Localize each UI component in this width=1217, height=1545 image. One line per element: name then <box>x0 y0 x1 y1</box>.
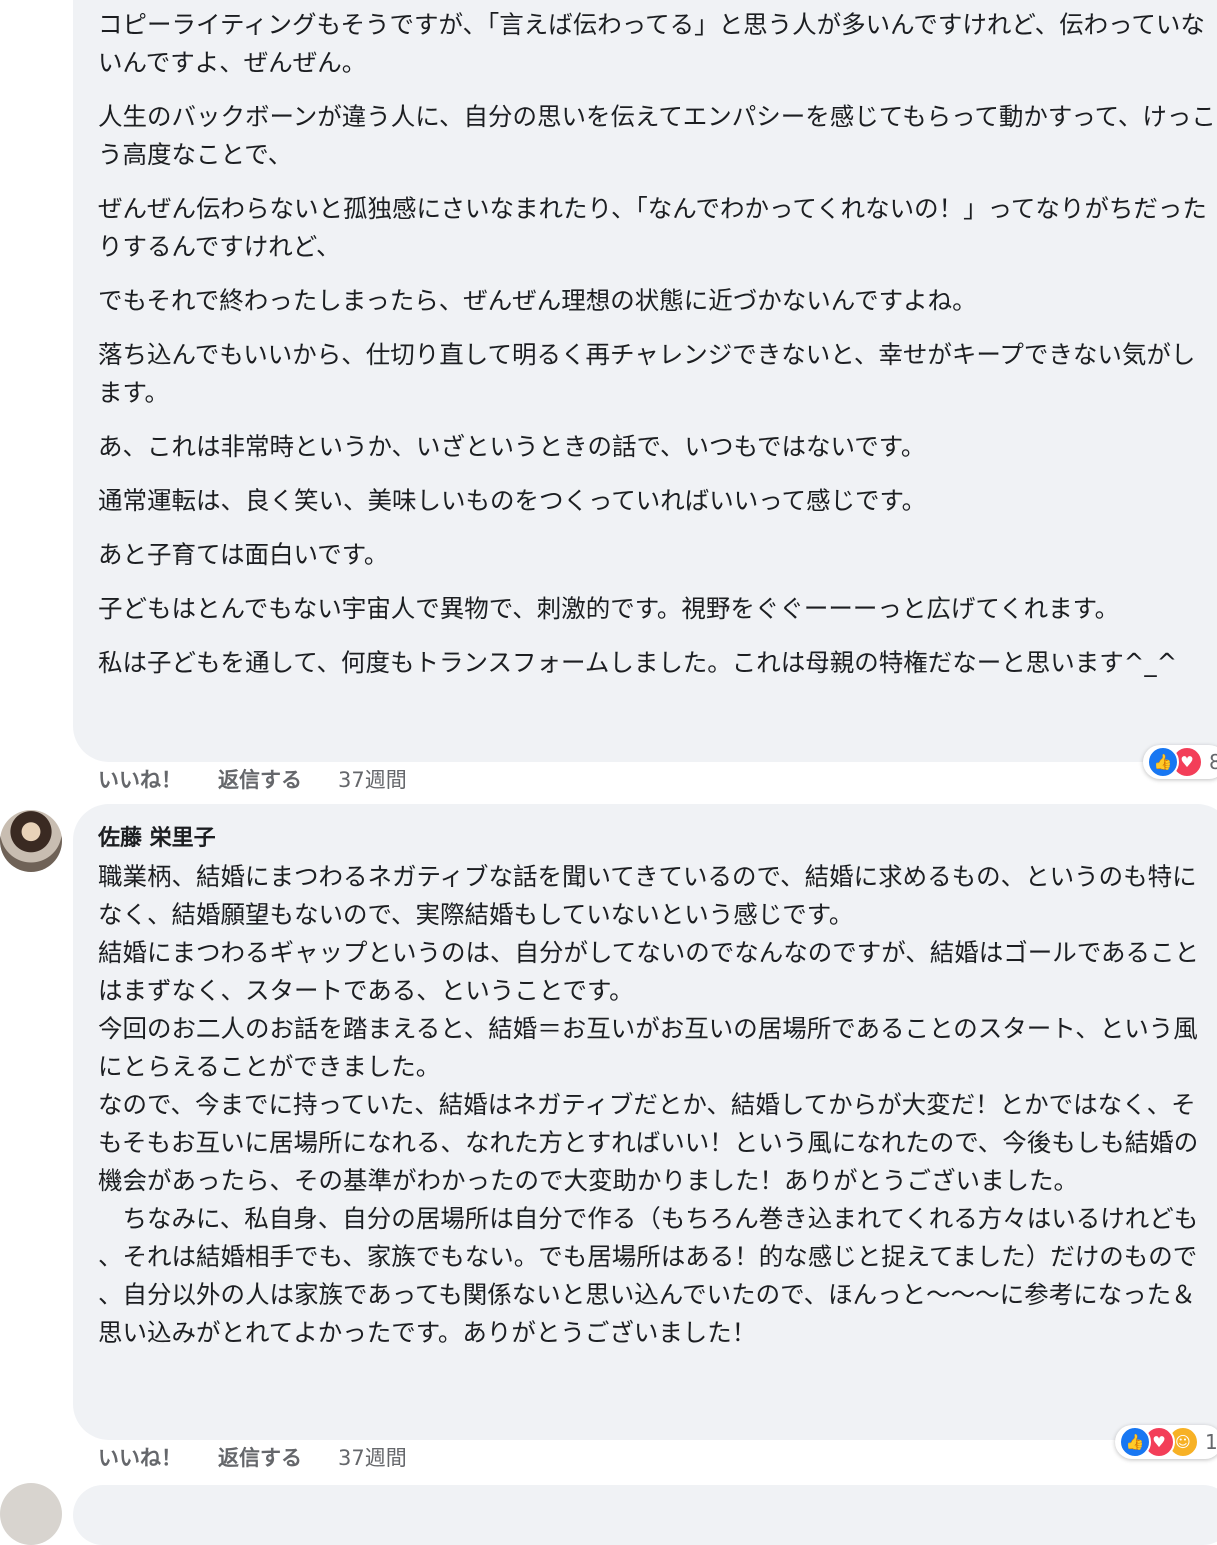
comment-text: 人生のバックボーンが違う人に、自分の思いを伝えてエンパシーを感じてもらって動かす… <box>98 102 1216 169</box>
comment-text: あと子育ては面白いです。 <box>98 540 389 569</box>
timestamp-link[interactable]: 37週間 <box>338 1442 407 1472</box>
avatar[interactable] <box>0 1483 62 1545</box>
comment-author[interactable]: 佐藤 栄里子 <box>98 824 1217 854</box>
comment-text: ぜんぜん伝わらないと孤独感にさいなまれたり、「なんでわかってくれないの！」ってな… <box>98 194 1207 261</box>
comment-text: ちなみに、私自身、自分の居場所は自分で作る（もちろん巻き込まれてくれる方々はいる… <box>98 1204 1199 1347</box>
comment-actions: いいね！ 返信する 37週間 <box>98 764 407 794</box>
comment-text: 私は子どもを通して、何度もトランスフォームしました。これは母親の特権だなーと思い… <box>98 648 1178 677</box>
comment-text: コピーライティングもそうですが、「言えば伝わってる」と思う人が多いんですけれど、… <box>98 10 1205 77</box>
timestamp-link[interactable]: 37週間 <box>338 764 407 794</box>
comment-text: 今回のお二人のお話を踏まえると、結婚＝お互いがお互いの居場所であることのスタート… <box>98 1014 1198 1081</box>
like-link[interactable]: いいね！ <box>98 764 182 794</box>
reaction-summary[interactable]: 👍 ♥ 8 <box>1143 745 1217 779</box>
comment-text: 落ち込んでもいいから、仕切り直して明るく再チャレンジできないと、幸せがキープでき… <box>98 340 1196 407</box>
comment-bubble <box>73 1485 1217 1545</box>
comment-text: でもそれで終わったしまったら、ぜんぜん理想の状態に近づかないんですよね。 <box>98 286 977 315</box>
comment-text: あ、これは非常時というか、いざというときの話で、いつもではないです。 <box>98 432 926 461</box>
reaction-count: 8 <box>1209 750 1217 774</box>
comment-text: 職業柄、結婚にまつわるネガティブな話を聞いてきているので、結婚に求めるもの、とい… <box>98 862 1197 929</box>
like-link[interactable]: いいね！ <box>98 1442 182 1472</box>
reply-link[interactable]: 返信する <box>218 1442 302 1472</box>
like-reaction-icon: 👍 <box>1119 1426 1151 1458</box>
comment-text: 結婚にまつわるギャップというのは、自分がしてないのでなんなのですが、結婚はゴール… <box>98 938 1200 1005</box>
reply-link[interactable]: 返信する <box>218 764 302 794</box>
comment-actions: いいね！ 返信する 37週間 <box>98 1442 407 1472</box>
comment-text: 通常運転は、良く笑い、美味しいものをつくっていればいいって感じです。 <box>98 486 927 515</box>
comment-text: なので、今までに持っていた、結婚はネガティブだとか、結婚してからが大変だ！とかで… <box>98 1090 1199 1195</box>
reaction-count: 1 <box>1205 1430 1217 1454</box>
avatar[interactable] <box>0 810 62 872</box>
comment-bubble: 佐藤 栄里子 職業柄、結婚にまつわるネガティブな話を聞いてきているので、結婚に求… <box>73 804 1217 1440</box>
comment-bubble: コピーライティングもそうですが、「言えば伝わってる」と思う人が多いんですけれど、… <box>73 0 1217 762</box>
comment-text: 子どもはとんでもない宇宙人で異物で、刺激的です。視野をぐぐーーーっと広げてくれま… <box>98 594 1120 623</box>
like-reaction-icon: 👍 <box>1147 746 1179 778</box>
reaction-summary[interactable]: 👍 ♥ ☺ 1 <box>1115 1425 1217 1459</box>
